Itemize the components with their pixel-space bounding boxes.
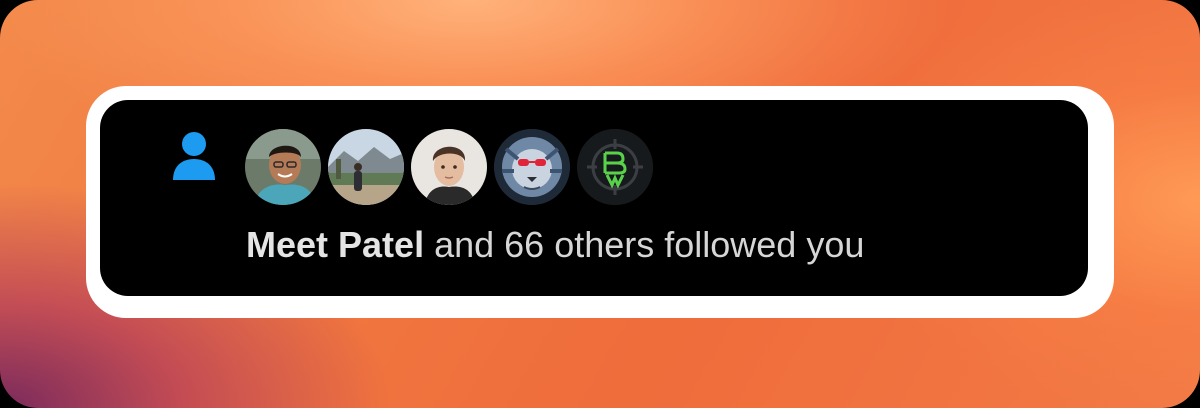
avatar-person-outdoors[interactable] <box>328 129 404 205</box>
follower-name[interactable]: Meet Patel <box>246 224 424 265</box>
notification-text: Meet Patel and 66 others followed you <box>246 222 864 268</box>
avatar-lion-with-glasses[interactable] <box>494 129 570 205</box>
avatar-smiling-man[interactable] <box>245 129 321 205</box>
person-icon <box>173 132 215 180</box>
avatar-green-logo[interactable] <box>577 129 653 205</box>
notification-rest-text: and 66 others followed you <box>424 224 865 265</box>
avatar-young-man[interactable] <box>411 129 487 205</box>
